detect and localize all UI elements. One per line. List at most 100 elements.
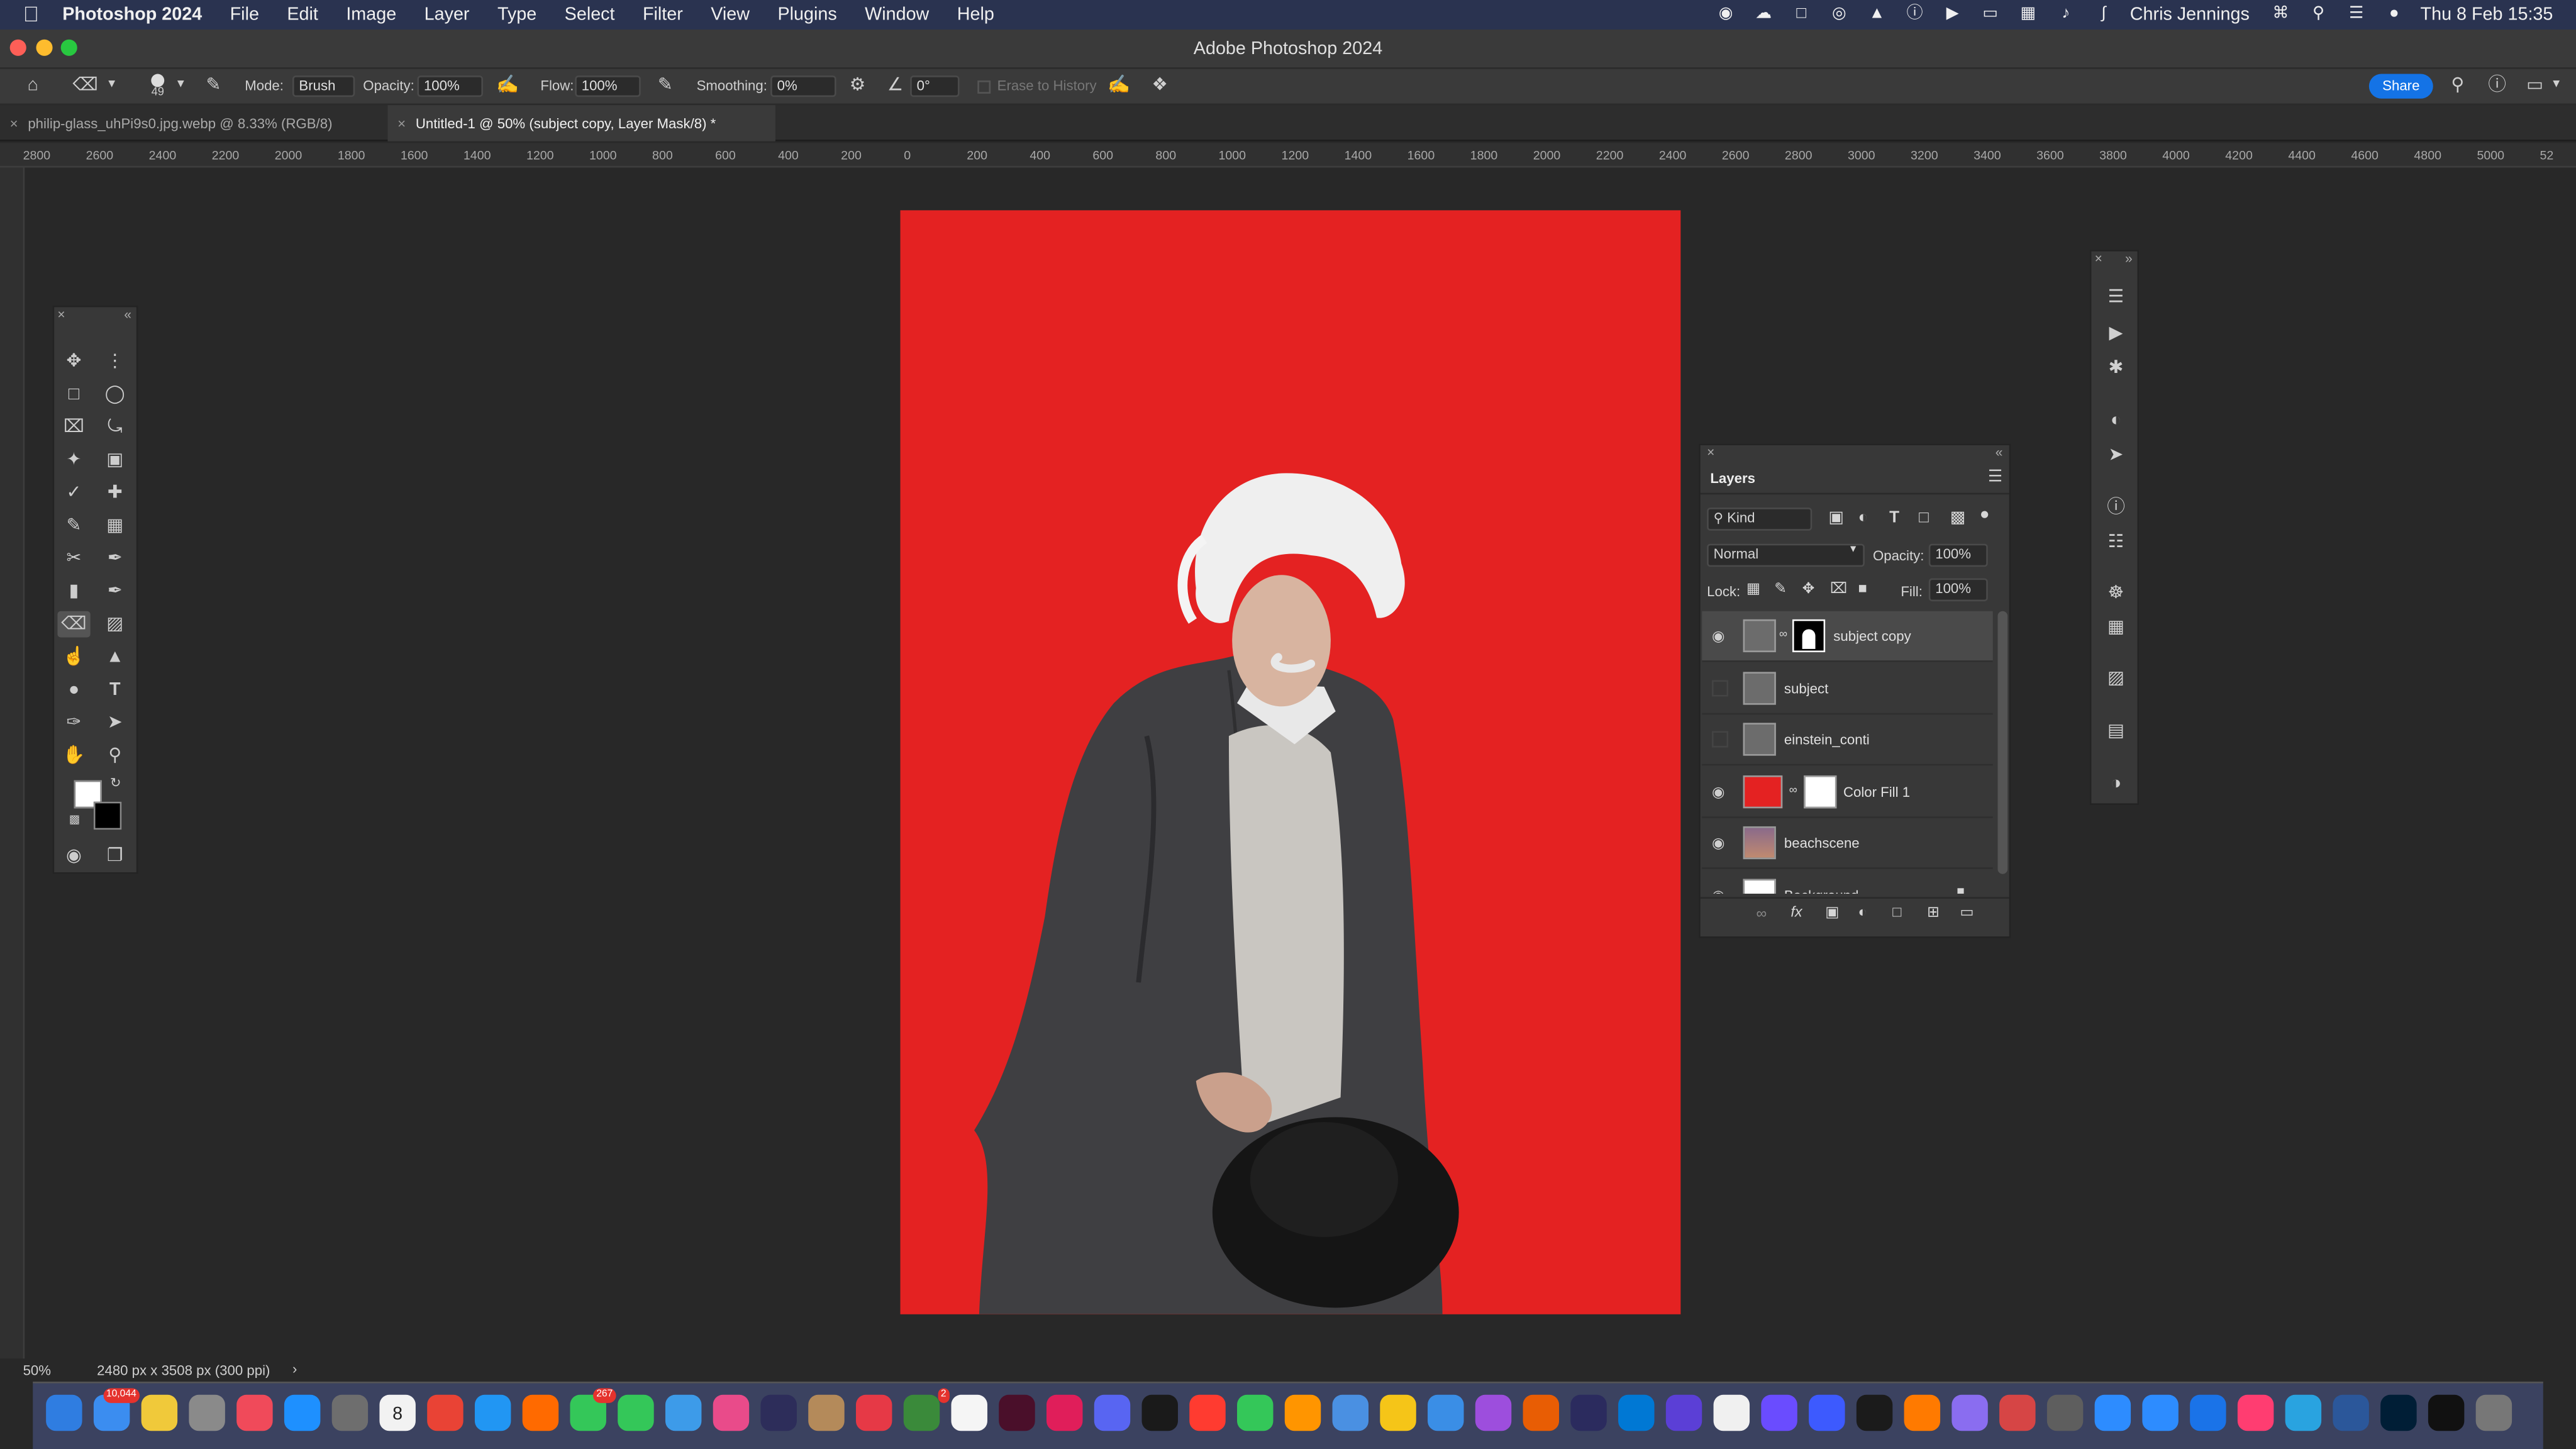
dock-app-icon[interactable]: 267 [570, 1388, 616, 1431]
magic-wand-icon[interactable]: ✦ [57, 447, 90, 474]
artboard-tool-icon[interactable]: ⋮ [99, 348, 131, 375]
adjustments-icon[interactable]: ◑ [2103, 770, 2129, 797]
path-selection-icon[interactable]: ➤ [99, 709, 131, 736]
document-size[interactable]: 2480 px x 3508 px (300 ppi) [97, 1362, 270, 1379]
clock[interactable]: Thu 8 Feb 15:35 [2421, 5, 2553, 25]
expand-icon[interactable]: » [2125, 252, 2133, 267]
dock-app-icon[interactable] [1284, 1394, 1321, 1431]
wifi-icon[interactable]: ⌘ [2269, 5, 2292, 25]
share-button[interactable]: Share [2368, 74, 2433, 99]
mode-select[interactable]: Brush [292, 75, 355, 97]
symmetry-icon[interactable]: ❖ [1148, 74, 1172, 97]
dock-app-icon[interactable] [1237, 1394, 1274, 1431]
dock-app-icon[interactable] [2475, 1394, 2512, 1431]
trash-icon[interactable]: ▭ [1960, 904, 1974, 922]
opacity-field[interactable]: 100% [417, 75, 484, 97]
type-tool-icon[interactable]: T [99, 677, 131, 703]
swatches-icon[interactable]: ▦ [2103, 614, 2129, 641]
panel-title[interactable]: Layers [1710, 470, 1755, 486]
bluetooth-icon[interactable]: ∫ [2092, 5, 2116, 25]
frame-tool-icon[interactable]: ⌧ [57, 414, 90, 440]
visibility-eye-icon[interactable]: ◉ [1712, 887, 1728, 894]
new-layer-icon[interactable]: ⊞ [1927, 904, 1940, 922]
eraser-tool-icon[interactable]: ⌫ [72, 74, 99, 97]
layer-row-background[interactable]: ◉ Background ■ [1702, 870, 1992, 894]
dock-app-icon[interactable] [1475, 1394, 1512, 1431]
dock-app-icon[interactable] [1380, 1394, 1416, 1431]
link-icon[interactable]: ∞ [1779, 629, 1787, 640]
link-layers-icon[interactable]: ∞ [1756, 905, 1767, 921]
adjustment-filter-icon[interactable]: ◐ [1858, 509, 1868, 528]
swap-colors-icon[interactable]: ↻ [110, 775, 121, 791]
dock-app-icon[interactable] [2142, 1394, 2179, 1431]
move-tool-icon[interactable]: ✥ [57, 348, 90, 375]
dock-app-icon[interactable] [1713, 1394, 1750, 1431]
dock-app-icon[interactable] [427, 1394, 464, 1431]
dock-app-icon[interactable] [855, 1394, 892, 1431]
lock-artboard-icon[interactable]: ⌧ [1830, 580, 1847, 598]
eyedropper-icon[interactable]: ✓ [57, 480, 90, 506]
control-center-icon[interactable]: ☰ [2345, 5, 2368, 25]
dock-app-icon[interactable] [1999, 1394, 2036, 1431]
dock-app-icon[interactable]: 8 [379, 1394, 416, 1431]
lock-position-icon[interactable]: ✥ [1802, 580, 1815, 598]
pressure-size-icon[interactable]: ✍ [1108, 74, 1131, 97]
brush-preset-picker[interactable]: 49 [145, 72, 171, 99]
dodge-tool-icon[interactable]: ● [57, 677, 90, 703]
airbrush-icon[interactable]: ✎ [654, 74, 677, 97]
smoothing-field[interactable]: 0% [770, 75, 836, 97]
lock-image-icon[interactable]: ✎ [1774, 580, 1787, 598]
menu-edit[interactable]: Edit [287, 5, 318, 25]
layer-row-subject[interactable]: subject [1702, 663, 1993, 715]
default-colors-icon[interactable]: ▩ [69, 813, 80, 826]
fill-field[interactable]: 100% [1928, 578, 1988, 602]
pen-tool-icon[interactable]: ✑ [57, 709, 90, 736]
dock-app-icon[interactable] [1141, 1394, 1178, 1431]
layers-scrollbar[interactable] [1997, 611, 2008, 874]
volume-icon[interactable]: ♪ [2055, 5, 2078, 25]
status-app-icon[interactable]: ☁ [1752, 5, 1775, 25]
lock-transparency-icon[interactable]: ▦ [1746, 580, 1760, 598]
visibility-toggle[interactable] [1711, 680, 1729, 697]
dock-app-icon[interactable] [665, 1394, 702, 1431]
dock-app-icon[interactable] [1189, 1394, 1226, 1431]
dock-app-icon[interactable] [284, 1394, 321, 1431]
lock-all-icon[interactable]: ■ [1858, 580, 1867, 596]
collapse-icon[interactable]: « [1996, 445, 2003, 460]
chevron-down-icon[interactable]: ▼ [2548, 74, 2565, 97]
close-icon[interactable]: × [2095, 252, 2102, 267]
dock-app-icon[interactable]: 10,044 [93, 1388, 140, 1431]
dock-app-icon[interactable] [618, 1394, 654, 1431]
vertical-ruler[interactable] [0, 167, 25, 1359]
dock-app-icon[interactable] [474, 1394, 511, 1431]
color-icon[interactable]: ◐ [2103, 408, 2129, 434]
dock-app-icon[interactable] [1618, 1394, 1655, 1431]
pixel-filter-icon[interactable]: ▣ [1828, 509, 1844, 528]
close-icon[interactable]: × [1707, 445, 1714, 460]
dock-app-icon[interactable] [236, 1394, 273, 1431]
status-app-icon[interactable]: □ [1790, 5, 1813, 25]
dock-app-icon[interactable] [951, 1394, 987, 1431]
siri-icon[interactable]: ● [2382, 5, 2406, 25]
clone-stamp-icon[interactable]: ▮ [57, 579, 90, 605]
flow-field[interactable]: 100% [575, 75, 641, 97]
pressure-opacity-icon[interactable]: ✍ [496, 74, 519, 97]
layer-row-beachscene[interactable]: ◉ beachscene [1702, 818, 1993, 869]
dock-app-icon[interactable] [1570, 1394, 1607, 1431]
crop-tool-icon[interactable]: ▣ [99, 447, 131, 474]
history-icon[interactable]: ☰ [2103, 284, 2129, 311]
dock-app-icon[interactable]: 2 [903, 1388, 950, 1431]
tab-untitled-1[interactable]: × Untitled-1 @ 50% (subject copy, Layer M… [387, 105, 775, 142]
layer-name[interactable]: beachscene [1784, 835, 1860, 851]
add-mask-icon[interactable]: ▣ [1825, 904, 1839, 922]
pattern-icon[interactable]: ▦ [99, 513, 131, 539]
visibility-eye-icon[interactable]: ◉ [1712, 835, 1728, 851]
lasso-tool-icon[interactable]: ⤿ [99, 414, 131, 440]
dock-app-icon[interactable] [760, 1394, 797, 1431]
layer-name[interactable]: einstein_conti [1784, 731, 1870, 747]
search-icon[interactable]: ⚲ [2446, 74, 2470, 97]
layer-mask-thumbnail[interactable] [1792, 619, 1826, 653]
dock-app-icon[interactable] [713, 1394, 750, 1431]
actions-icon[interactable]: ▶ [2103, 320, 2129, 347]
gradients-icon[interactable]: ▨ [2103, 665, 2129, 692]
